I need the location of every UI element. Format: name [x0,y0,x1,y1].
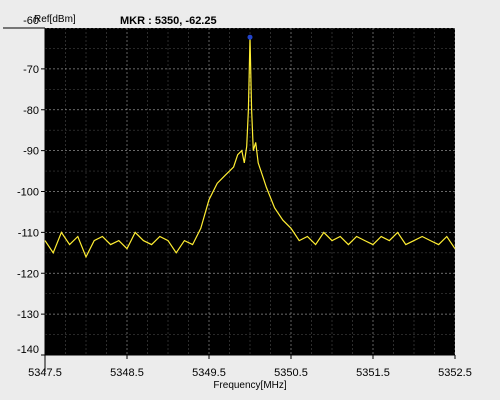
spectrum-chart: -60-70-80-90-100-110-120-130-140 5347.5 5… [3,14,472,391]
y-tick-label: -110 [18,227,39,239]
y-tick-label: -120 [17,268,39,280]
y-tick-label: -140 [17,344,39,356]
y-tick-label: -70 [23,64,39,76]
y-tick-label: -130 [17,309,39,321]
y-tick-label: -80 [23,105,39,117]
marker-point[interactable] [247,34,253,40]
y-axis-label: Ref[dBm] [34,14,76,25]
y-tick-label: -90 [23,146,39,158]
marker-readout: MKR : 5350, -62.25 [120,15,217,27]
grid [44,27,456,356]
x-axis-ticks: 5347.5 5348.5 5349.5 5350.5 5351.5 5352.5 [28,355,472,379]
x-tick-label: 5352.5 [438,367,472,379]
x-tick-label: 5350.5 [274,367,308,379]
x-tick-label: 5348.5 [110,367,144,379]
y-axis-ticks: -60-70-80-90-100-110-120-130-140 [17,15,45,356]
x-tick-label: 5351.5 [356,367,390,379]
x-tick-label: 5347.5 [28,367,62,379]
y-tick-label: -100 [17,187,39,199]
x-tick-label: 5349.5 [192,367,226,379]
x-axis-label: Frequency[MHz] [213,380,287,391]
